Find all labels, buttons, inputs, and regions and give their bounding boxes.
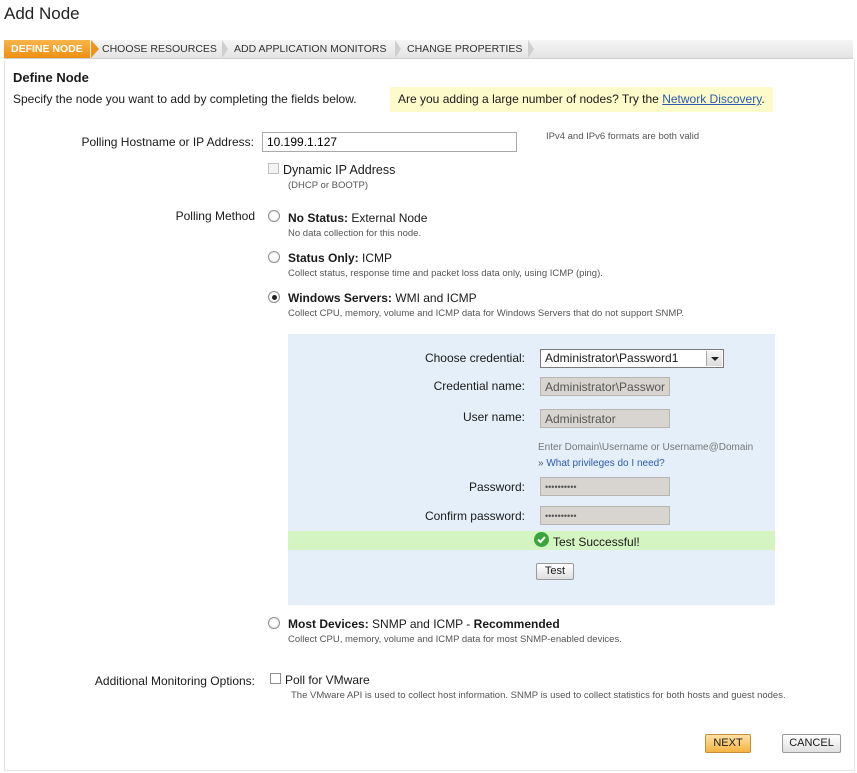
user-name-label: User name: [462, 410, 525, 424]
user-name-input[interactable] [540, 409, 670, 428]
poll-vmware-checkbox[interactable] [270, 673, 281, 684]
polling-windows-servers-label: Windows Servers: WMI and ICMP [288, 291, 477, 305]
polling-windows-servers-radio[interactable] [268, 291, 280, 303]
password-label: Password: [468, 480, 525, 494]
option-recommended: Recommended [473, 617, 560, 631]
poll-vmware-label: Poll for VMware [285, 673, 370, 687]
polling-most-devices-radio[interactable] [268, 617, 280, 629]
choose-credential-value: Administrator\Password1 [545, 351, 679, 365]
polling-no-status-desc: No data collection for this node. [288, 228, 422, 239]
user-name-hint: Enter Domain\Username or Username@Domain [538, 442, 754, 453]
dynamic-ip-note: (DHCP or BOOTP) [288, 180, 369, 191]
option-title: Windows Servers: [288, 291, 392, 305]
wizard-steps: DEFINE NODE CHOOSE RESOURCES ADD APPLICA… [4, 40, 853, 59]
polling-status-only-desc: Collect status, response time and packet… [288, 268, 603, 279]
polling-no-status-label: No Status: External Node [288, 211, 427, 225]
option-title: Most Devices: [288, 617, 369, 631]
polling-most-devices-label: Most Devices: SNMP and ICMP - Recommende… [288, 617, 560, 631]
choose-credential-label: Choose credential: [424, 351, 525, 365]
test-result-bar [288, 531, 775, 550]
confirm-password-input[interactable] [540, 506, 670, 525]
hostname-note: IPv4 and IPv6 formats are both valid [546, 131, 700, 142]
option-title: No Status: [288, 211, 348, 225]
step-change-properties: CHANGE PROPERTIES [407, 43, 523, 55]
hostname-label: Polling Hostname or IP Address: [81, 135, 254, 149]
hint-end: . [761, 92, 765, 106]
additional-options-label: Additional Monitoring Options: [94, 674, 255, 688]
confirm-password-label: Confirm password: [424, 509, 525, 523]
option-detail: ICMP [362, 251, 393, 265]
polling-status-only-label: Status Only: ICMP [288, 251, 392, 265]
hint-text: Are you adding a large number of nodes? … [398, 92, 659, 106]
polling-most-devices-desc: Collect CPU, memory, volume and ICMP dat… [288, 634, 622, 645]
bulk-add-hint: Are you adding a large number of nodes? … [390, 87, 773, 112]
step-arrow-icon [528, 40, 534, 58]
poll-vmware-note: The VMware API is used to collect host i… [291, 690, 786, 701]
option-detail: SNMP and ICMP - [372, 617, 471, 631]
privileges-help: » What privileges do I need? [538, 458, 665, 469]
dynamic-ip-label: Dynamic IP Address [283, 163, 396, 177]
next-button[interactable]: NEXT [705, 734, 751, 753]
choose-credential-select[interactable]: Administrator\Password1 [540, 349, 724, 368]
credential-panel [288, 334, 775, 605]
step-choose-resources: CHOOSE RESOURCES [102, 43, 217, 55]
step-define-node: DEFINE NODE [4, 40, 90, 58]
polling-method-label: Polling Method [175, 209, 255, 223]
polling-windows-servers-desc: Collect CPU, memory, volume and ICMP dat… [288, 308, 684, 319]
section-intro: Specify the node you want to add by comp… [13, 92, 357, 106]
step-add-application-monitors: ADD APPLICATION MONITORS [234, 43, 387, 55]
password-input[interactable] [540, 477, 670, 496]
polling-no-status-radio[interactable] [268, 210, 280, 222]
test-result-text: Test Successful! [553, 535, 640, 549]
option-detail: External Node [351, 211, 428, 225]
network-discovery-link[interactable]: Network Discovery [662, 92, 761, 106]
cancel-button[interactable]: CANCEL [782, 734, 841, 753]
option-detail: WMI and ICMP [395, 291, 477, 305]
step-arrow-icon [222, 40, 228, 58]
credential-name-label: Credential name: [433, 379, 525, 393]
chevron-down-icon[interactable] [706, 351, 722, 366]
section-title: Define Node [13, 70, 89, 85]
page-title: Add Node [4, 4, 80, 23]
step-arrow-icon [91, 40, 99, 58]
step-arrow-icon [395, 40, 401, 58]
dynamic-ip-checkbox[interactable] [268, 163, 279, 174]
polling-status-only-radio[interactable] [268, 251, 280, 263]
option-title: Status Only: [288, 251, 359, 265]
hostname-input[interactable] [262, 132, 517, 152]
link-arrow-icon: » [538, 458, 544, 469]
test-button[interactable]: Test [536, 563, 574, 580]
credential-name-input[interactable] [540, 377, 670, 396]
privileges-link[interactable]: What privileges do I need? [546, 458, 664, 469]
check-circle-icon [534, 532, 549, 547]
